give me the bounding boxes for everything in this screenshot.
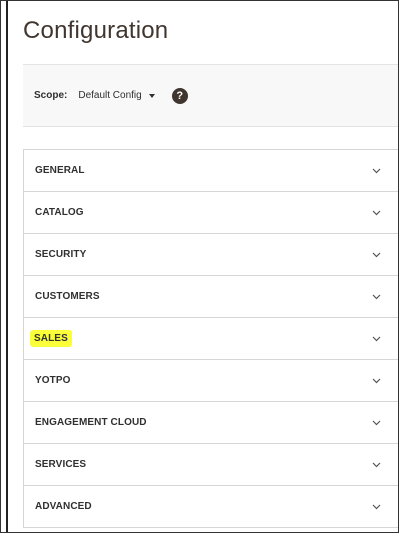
section-advanced[interactable]: ADVANCED xyxy=(24,486,398,528)
configuration-sections: GENERAL CATALOG SECURITY CUSTOMERS SALES… xyxy=(23,149,398,528)
scope-switcher[interactable]: Default Config xyxy=(78,90,155,101)
section-label: YOTPO xyxy=(35,375,71,386)
chevron-down-icon xyxy=(372,336,381,341)
screenshot-frame: Configuration Scope: Default Config ? GE… xyxy=(0,0,399,533)
chevron-down-icon xyxy=(372,420,381,425)
section-label: SALES xyxy=(30,330,72,347)
section-label: CATALOG xyxy=(35,207,84,218)
help-symbol: ? xyxy=(176,89,184,102)
chevron-down-icon xyxy=(372,462,381,467)
section-label: CUSTOMERS xyxy=(35,291,100,302)
chevron-down-icon xyxy=(372,168,381,173)
section-sales[interactable]: SALES xyxy=(24,318,398,360)
section-engagement-cloud[interactable]: ENGAGEMENT CLOUD xyxy=(24,402,398,444)
chevron-down-icon xyxy=(372,504,381,509)
left-divider xyxy=(6,1,8,532)
chevron-down-icon xyxy=(372,252,381,257)
section-yotpo[interactable]: YOTPO xyxy=(24,360,398,402)
section-services[interactable]: SERVICES xyxy=(24,444,398,486)
section-label: ENGAGEMENT CLOUD xyxy=(35,417,147,428)
chevron-down-icon xyxy=(372,210,381,215)
scope-bar: Scope: Default Config ? xyxy=(23,64,398,127)
scope-value: Default Config xyxy=(78,90,142,101)
page-title: Configuration xyxy=(23,17,169,44)
help-icon[interactable]: ? xyxy=(171,87,188,104)
chevron-down-icon xyxy=(372,294,381,299)
section-label: ADVANCED xyxy=(35,501,92,512)
section-security[interactable]: SECURITY xyxy=(24,234,398,276)
section-customers[interactable]: CUSTOMERS xyxy=(24,276,398,318)
section-label: GENERAL xyxy=(35,165,85,176)
caret-down-icon xyxy=(148,93,155,98)
chevron-down-icon xyxy=(372,378,381,383)
section-label: SECURITY xyxy=(35,249,87,260)
section-general[interactable]: GENERAL xyxy=(24,150,398,192)
section-label: SERVICES xyxy=(35,459,87,470)
scope-label: Scope: xyxy=(34,90,68,101)
section-catalog[interactable]: CATALOG xyxy=(24,192,398,234)
